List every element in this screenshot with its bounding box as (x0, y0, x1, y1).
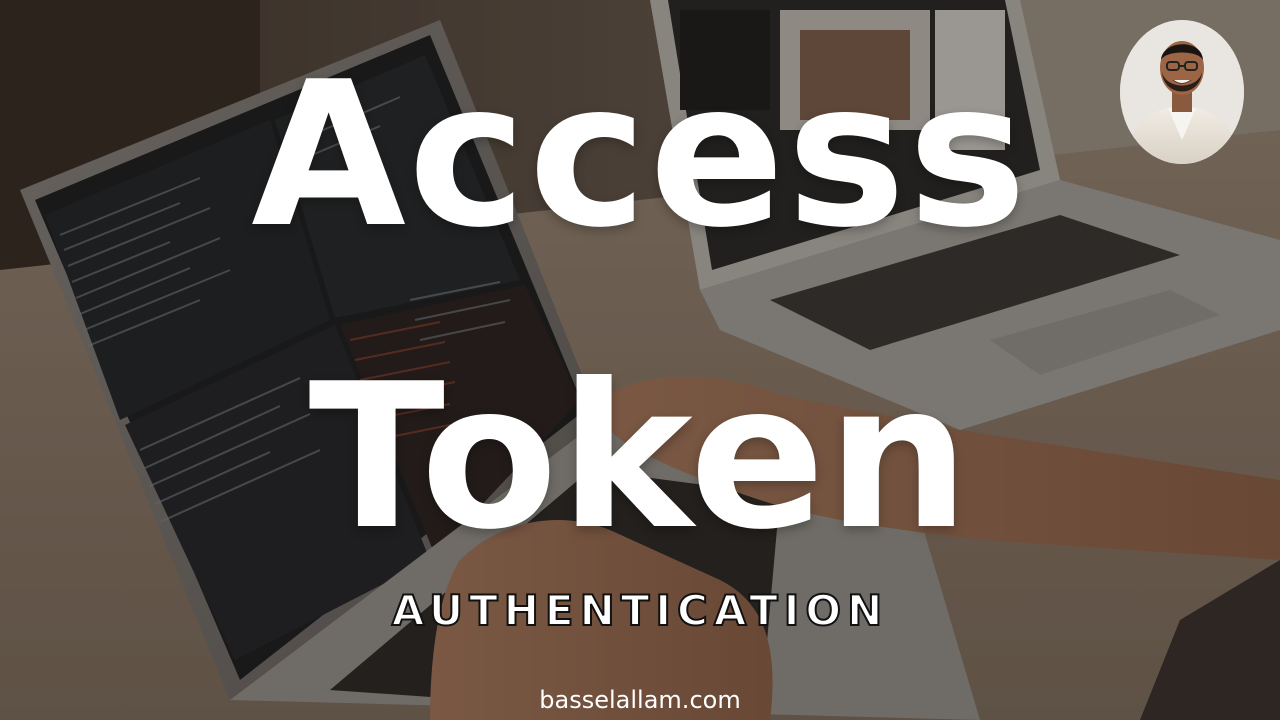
title-line-2: Token (308, 341, 972, 574)
website-url: basselallam.com (539, 686, 741, 714)
subtitle: AUTHENTICATION (391, 586, 889, 635)
thumbnail: Access Token AUTHENTICATION basselallam.… (0, 0, 1280, 720)
title-line-1: Access (251, 39, 1029, 272)
